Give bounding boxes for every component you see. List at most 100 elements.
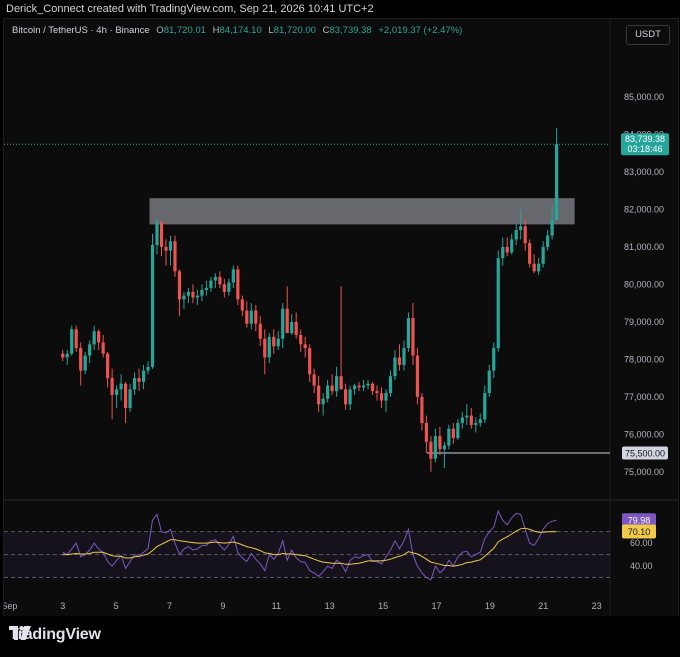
candle-body	[469, 415, 473, 425]
candle-body	[70, 329, 74, 354]
candle-body	[384, 393, 388, 401]
change-value: +2,019.37 (+2.47%)	[378, 25, 463, 36]
candle-body	[227, 282, 231, 292]
candle-body	[258, 323, 262, 339]
candle-body	[137, 378, 141, 382]
candle-body	[272, 336, 276, 347]
support-price-tag-value: 75,500.00	[625, 448, 665, 458]
footer	[0, 616, 680, 657]
rsi-value-tag-text: 79.98	[628, 516, 651, 526]
candle-body	[173, 241, 177, 272]
candle-body	[546, 235, 550, 247]
candle-body	[411, 318, 415, 356]
time-tick-label: 21	[538, 601, 548, 611]
symbol-legend: Bitcoin / TetherUS · 4h · Binance O81,72…	[12, 25, 462, 36]
candle-body	[79, 348, 83, 371]
candle-body	[406, 318, 411, 349]
time-tick-label: 15	[378, 601, 388, 611]
candle-body	[420, 396, 424, 424]
candle-body	[438, 436, 442, 450]
candle-body	[487, 370, 491, 394]
candle-body	[65, 353, 69, 358]
candle-body	[460, 417, 464, 424]
attribution-text: Derick_Connect created with TradingView.…	[6, 3, 374, 15]
price-tick-label: 78,000.00	[624, 354, 664, 364]
candle-body	[370, 383, 375, 392]
candle-body	[97, 331, 101, 343]
candle-body	[299, 334, 303, 345]
candle-body	[200, 289, 204, 296]
candle-body	[155, 222, 159, 246]
chart-frame[interactable]: 75,000.00 76,000.00 77,000.00 78,000.00 79,0…	[3, 18, 679, 618]
time-tick-label: Sep	[4, 601, 17, 611]
candle-body	[510, 239, 514, 253]
time-tick-label: 5	[114, 601, 119, 611]
candle-body	[195, 295, 200, 298]
candle-body	[123, 383, 128, 409]
price-tick-label: 76,000.00	[624, 429, 664, 439]
price-chart-svg[interactable]: 75,000.00 76,000.00 77,000.00 78,000.00 79,0…	[4, 19, 678, 617]
candle-body	[492, 348, 496, 371]
rsi-ma-tag-text: 70.10	[628, 527, 651, 537]
candle-body	[330, 385, 334, 392]
candle-body	[424, 423, 429, 442]
candle-body	[519, 226, 523, 231]
candle-body	[465, 415, 469, 418]
candle-body	[61, 353, 65, 358]
rsi-tick-label: 40.00	[630, 561, 653, 571]
time-tick-label: 13	[325, 601, 335, 611]
candle-body	[483, 393, 487, 420]
candle-body	[209, 280, 213, 289]
candle-body	[451, 428, 455, 439]
candle-body	[523, 226, 527, 244]
candle-body	[442, 445, 446, 450]
candle-body	[303, 344, 307, 349]
candle-body	[159, 222, 164, 247]
candle-body	[110, 378, 114, 395]
candle-body	[177, 271, 182, 300]
close-value: 83,739.38	[329, 25, 372, 36]
candle-body	[339, 376, 343, 390]
candle-body	[321, 398, 325, 405]
last-price-tag-value: 83,739.38	[625, 134, 665, 144]
price-tick-label: 83,000.00	[624, 167, 664, 177]
candle-body	[528, 243, 532, 264]
candle-body	[496, 258, 500, 349]
candle-body	[317, 385, 321, 405]
candle-body	[357, 385, 361, 388]
candle-body	[132, 378, 137, 390]
time-tick-label: 19	[485, 601, 495, 611]
rsi-tick-label: 60.00	[630, 538, 653, 548]
price-tick-label: 80,000.00	[624, 279, 664, 289]
top-bar: Derick_Connect created with TradingView.…	[0, 0, 680, 18]
price-tick-label: 79,000.00	[624, 317, 664, 327]
candle-body	[101, 342, 105, 354]
candle-body	[352, 385, 357, 390]
candle-body	[254, 310, 258, 324]
candle-body	[168, 241, 173, 251]
candle-body	[249, 310, 253, 324]
candle-body	[263, 338, 267, 358]
candle-body	[146, 366, 150, 371]
candle-body	[366, 383, 370, 386]
candle-body	[128, 389, 132, 409]
candle-body	[447, 428, 451, 446]
candle-body	[433, 436, 437, 459]
candle-body	[415, 355, 420, 397]
currency-button[interactable]: USDT	[626, 25, 670, 45]
candle-body	[236, 269, 240, 300]
candle-body	[375, 391, 379, 394]
candle-body	[285, 308, 289, 334]
candle-body	[537, 263, 541, 272]
tradingview-logo[interactable]: TradingView	[9, 626, 101, 644]
candle-body	[222, 284, 226, 292]
candle-body	[115, 389, 119, 395]
candle-body	[231, 269, 235, 283]
candle-body	[240, 299, 244, 311]
candle-body	[245, 310, 249, 324]
tradingview-logo-icon	[9, 626, 31, 640]
candle-body	[532, 263, 536, 272]
candle-body	[106, 353, 110, 379]
candle-body	[541, 246, 545, 264]
candle-body	[550, 219, 554, 236]
